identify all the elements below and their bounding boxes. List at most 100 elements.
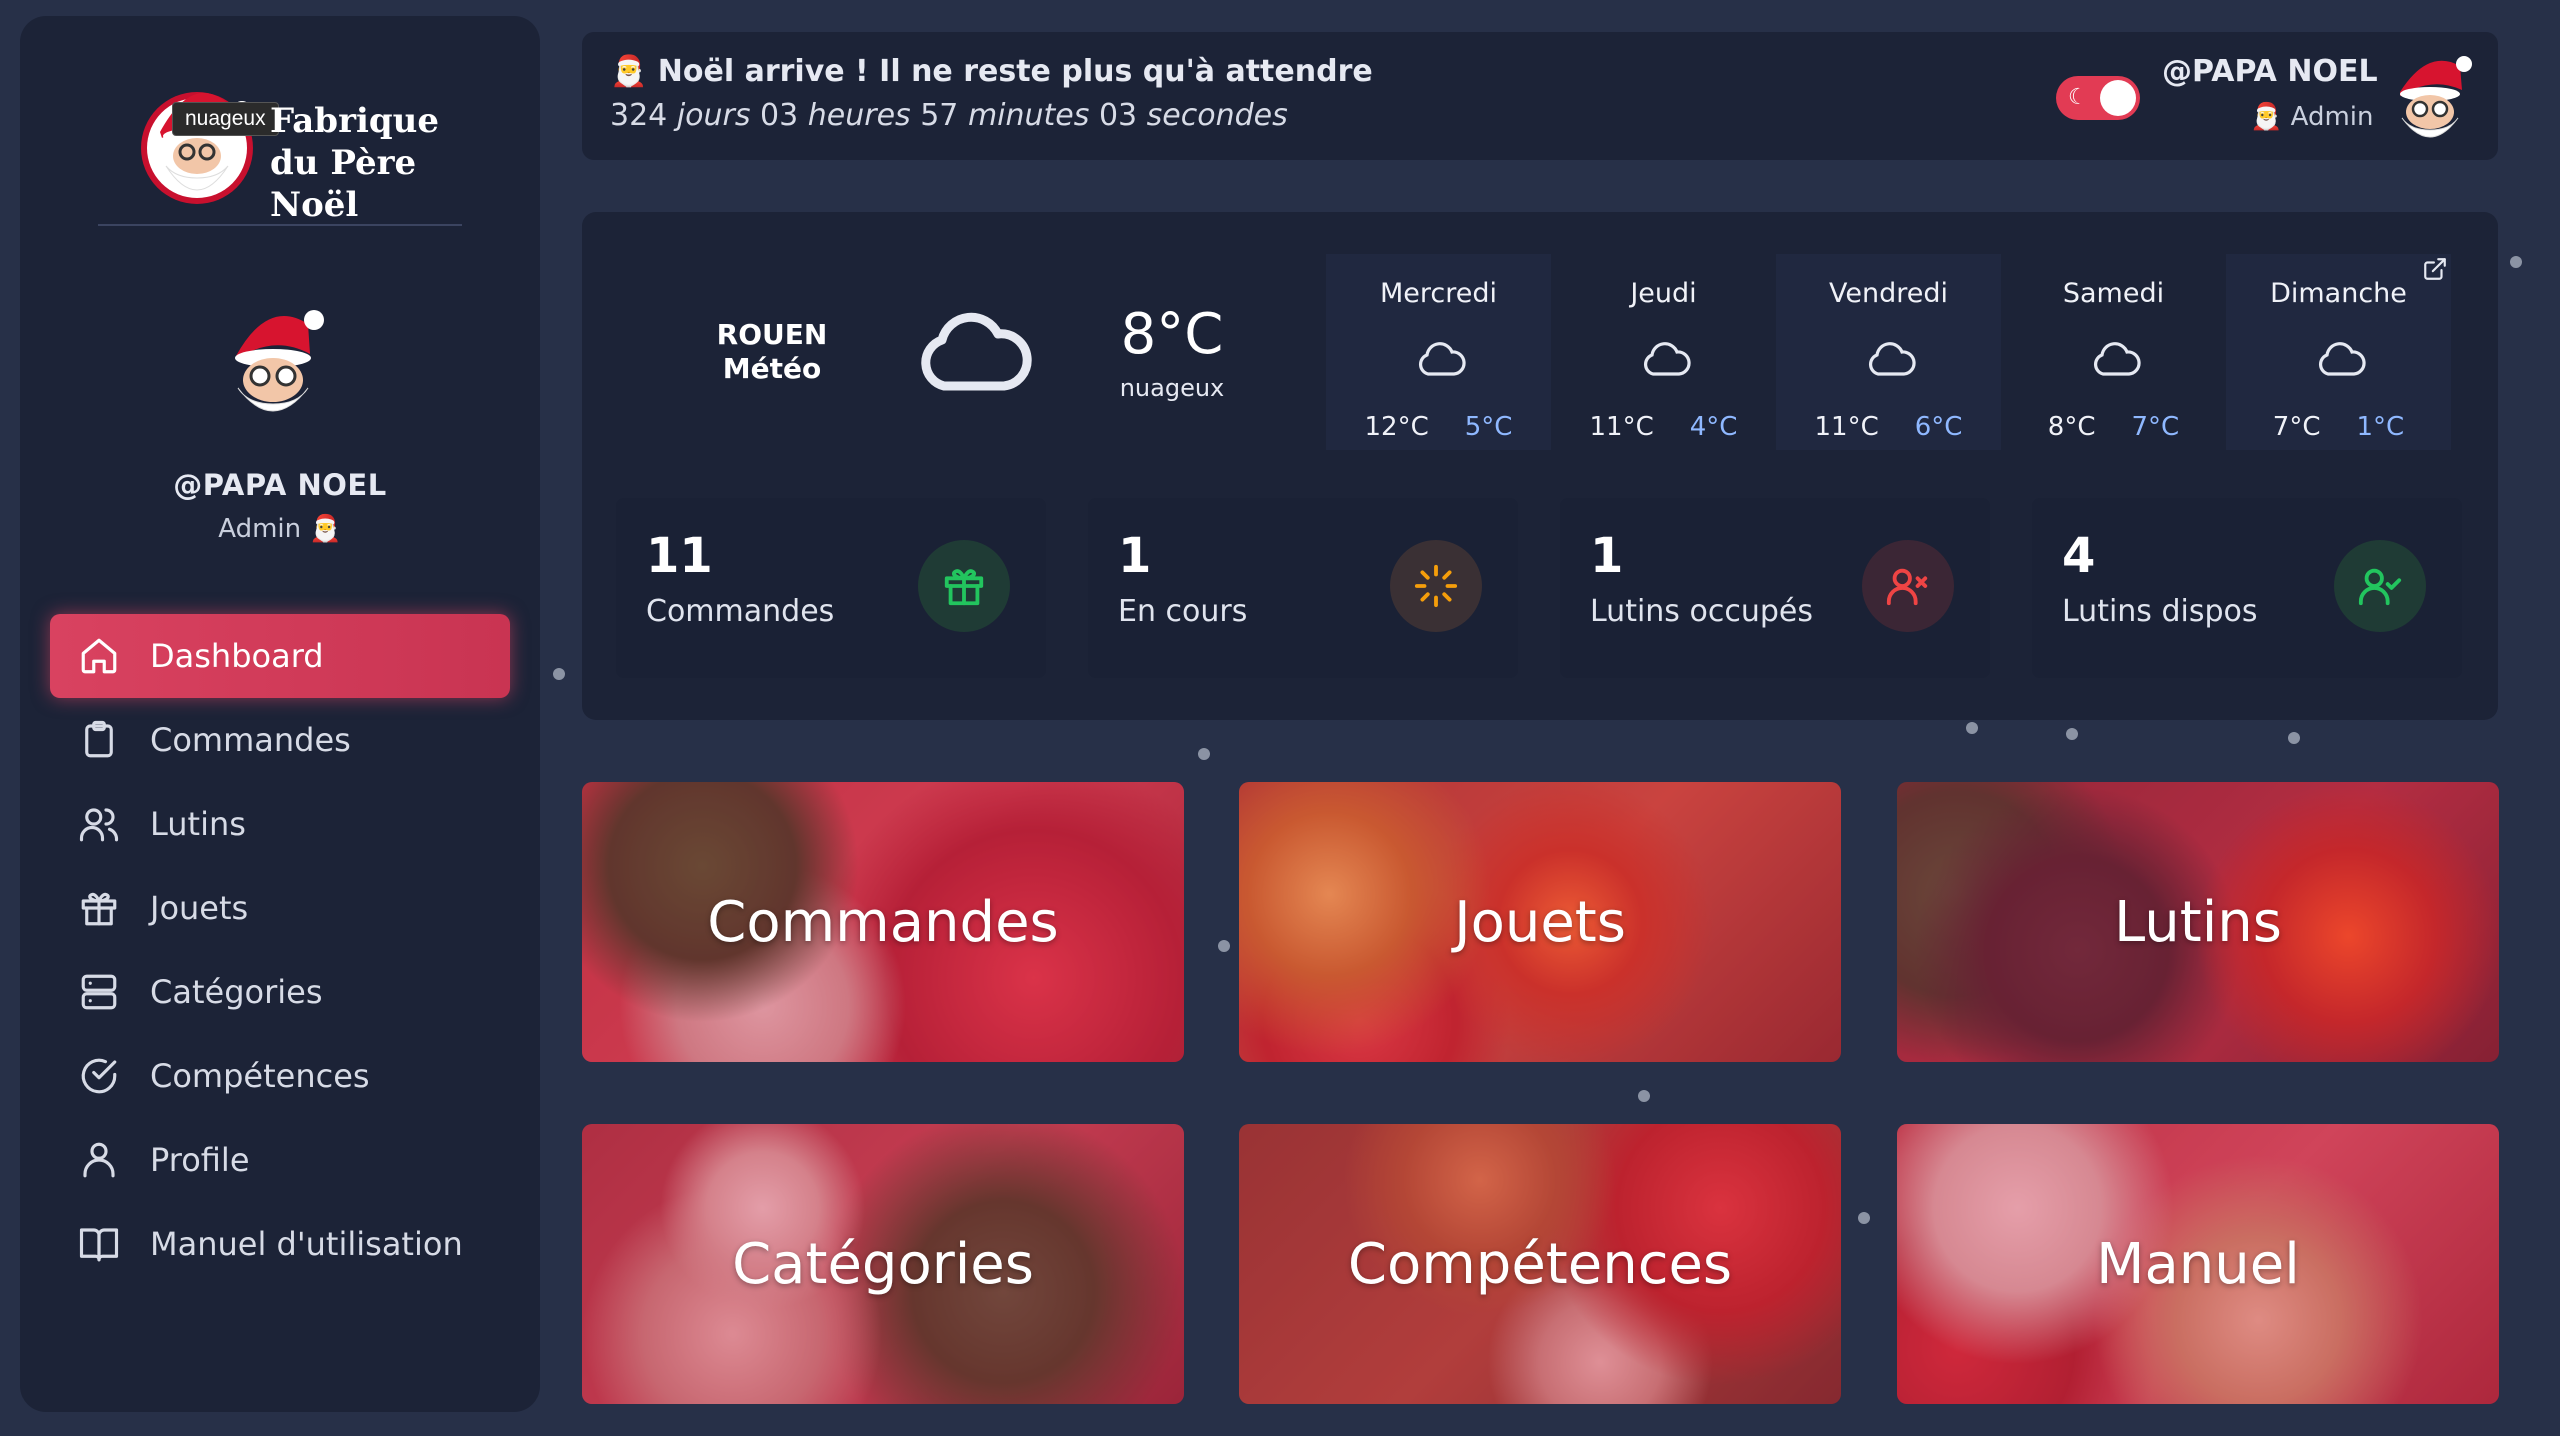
snowflake: [1198, 748, 1210, 760]
forecast-day-name: Dimanche: [2270, 278, 2407, 309]
sidebar-item-label: Compétences: [150, 1057, 370, 1095]
users-icon: [78, 803, 120, 845]
forecast-day-name: Vendredi: [1829, 278, 1948, 309]
stat-card-lutins-dispos[interactable]: 4 Lutins dispos: [2032, 498, 2462, 678]
forecast-high: 11°C: [1589, 412, 1654, 442]
cloud-icon: [1643, 342, 1691, 376]
tile-lutins[interactable]: Lutins: [1897, 782, 2499, 1062]
stat-card-lutins-occupes[interactable]: 1 Lutins occupés: [1560, 498, 1990, 678]
forecast-temps: 7°C 1°C: [2226, 412, 2451, 442]
sidebar-item-manuel[interactable]: Manuel d'utilisation: [50, 1202, 510, 1286]
tile-label: Compétences: [1347, 1231, 1733, 1297]
santa-avatar[interactable]: [2388, 52, 2472, 146]
forecast-day: Mercredi 12°C 5°C: [1326, 254, 1551, 450]
forecast-day: Dimanche 7°C 1°C: [2226, 254, 2451, 450]
tile-jouets[interactable]: Jouets: [1239, 782, 1841, 1062]
weather-location: ROUEN Météo: [702, 318, 842, 386]
gift-icon: [78, 887, 120, 929]
tile-competences[interactable]: Compétences: [1239, 1124, 1841, 1404]
current-conditions: nuageux: [1119, 374, 1225, 402]
app-title: Fabrique du Père Noël: [270, 100, 470, 226]
tile-label: Jouets: [1454, 889, 1626, 955]
stat-card-commandes[interactable]: 11 Commandes: [616, 498, 1046, 678]
cloud-icon: [1418, 342, 1466, 376]
tile-label: Catégories: [732, 1231, 1034, 1297]
santa-logo-icon: [141, 92, 253, 204]
snowflake: [1966, 722, 1978, 734]
sidebar-item-dashboard[interactable]: Dashboard: [50, 614, 510, 698]
countdown-hours-label: heures: [807, 98, 911, 133]
stat-value: 1: [1590, 528, 1624, 584]
forecast-high: 11°C: [1814, 412, 1879, 442]
toggle-knob: [2100, 80, 2136, 116]
sidebar-item-commandes[interactable]: Commandes: [50, 698, 510, 782]
app-title-line-2: du Père Noël: [270, 143, 417, 225]
forecast-low: 7°C: [2131, 412, 2180, 442]
forecast-day-name: Jeudi: [1630, 278, 1697, 309]
countdown-minutes: 57: [920, 98, 959, 133]
tile-label: Lutins: [2114, 889, 2282, 955]
external-link-icon[interactable]: [2422, 256, 2448, 282]
forecast-high: 12°C: [1364, 412, 1429, 442]
logo[interactable]: nuageux Fabrique du Père Noël: [120, 62, 480, 225]
sidebar-item-lutins[interactable]: Lutins: [50, 782, 510, 866]
forecast: Mercredi 12°C 5°C Jeudi 11°C 4°C Vendredi …: [1326, 254, 2486, 450]
countdown-seconds: 03: [1098, 98, 1138, 133]
stat-value: 4: [2062, 528, 2096, 584]
forecast-temps: 11°C 6°C: [1776, 412, 2001, 442]
sidebar-username: @PAPA NOEL: [173, 468, 387, 502]
sidebar-role: Admin 🎅: [218, 514, 342, 544]
logo-tooltip: nuageux: [172, 102, 279, 136]
sidebar-item-label: Lutins: [150, 805, 246, 843]
santa-avatar: [235, 310, 324, 412]
sidebar: nuageux Fabrique du Père Noël @PAPA NOEL…: [20, 16, 540, 1412]
sidebar-nav: Dashboard Commandes Lutins Jouets Catégo…: [50, 614, 510, 1286]
countdown-days: 324: [610, 98, 668, 133]
forecast-day-name: Mercredi: [1379, 278, 1498, 309]
countdown: 324 jours 03 heures 57 minutes 03 second…: [610, 98, 1288, 133]
user-check-icon: [2334, 540, 2426, 632]
navigation-tiles: Commandes Jouets Lutins Catégories Compé…: [582, 782, 2499, 1404]
check-circle-icon: [78, 1055, 120, 1097]
forecast-day: Jeudi 11°C 4°C: [1551, 254, 1776, 450]
cloud-icon: [2093, 342, 2141, 376]
forecast-high: 7°C: [2272, 412, 2321, 442]
sidebar-item-label: Commandes: [150, 721, 351, 759]
stat-label: Lutins dispos: [2062, 594, 2258, 629]
stats-row: 11 Commandes 1 En cours 1 Lutins occupés…: [616, 498, 2482, 688]
forecast-temps: 11°C 4°C: [1551, 412, 1776, 442]
stat-card-en-cours[interactable]: 1 En cours: [1088, 498, 1518, 678]
weather-city: ROUEN: [716, 318, 828, 351]
cloud-icon: [1868, 342, 1916, 376]
stat-label: En cours: [1118, 594, 1248, 629]
sidebar-item-categories[interactable]: Catégories: [50, 950, 510, 1034]
snowflake: [2510, 256, 2522, 268]
topbar-role: 🎅 Admin: [2250, 102, 2374, 132]
tile-manuel[interactable]: Manuel: [1897, 1124, 2499, 1404]
weather-label: Météo: [722, 352, 822, 385]
tile-commandes[interactable]: Commandes: [582, 782, 1184, 1062]
sidebar-item-jouets[interactable]: Jouets: [50, 866, 510, 950]
clipboard-icon: [78, 719, 120, 761]
countdown-minutes-label: minutes: [967, 98, 1090, 133]
countdown-hours: 03: [760, 98, 799, 133]
forecast-low: 5°C: [1464, 412, 1513, 442]
snowflake: [2288, 732, 2300, 744]
sidebar-item-profile[interactable]: Profile: [50, 1118, 510, 1202]
gift-icon: [918, 540, 1010, 632]
sidebar-item-label: Catégories: [150, 973, 323, 1011]
forecast-high: 8°C: [2047, 412, 2096, 442]
user-x-icon: [1862, 540, 1954, 632]
sidebar-item-label: Manuel d'utilisation: [150, 1225, 463, 1263]
theme-toggle[interactable]: ☾: [2056, 76, 2140, 120]
forecast-low: 4°C: [1689, 412, 1738, 442]
snowflake: [2066, 728, 2078, 740]
countdown-seconds-label: secondes: [1146, 98, 1288, 133]
sidebar-item-competences[interactable]: Compétences: [50, 1034, 510, 1118]
tile-categories[interactable]: Catégories: [582, 1124, 1184, 1404]
user-icon: [78, 1139, 120, 1181]
sidebar-divider: [98, 224, 462, 226]
forecast-temps: 12°C 5°C: [1326, 412, 1551, 442]
stat-value: 11: [646, 528, 713, 584]
sidebar-item-label: Jouets: [150, 889, 249, 927]
